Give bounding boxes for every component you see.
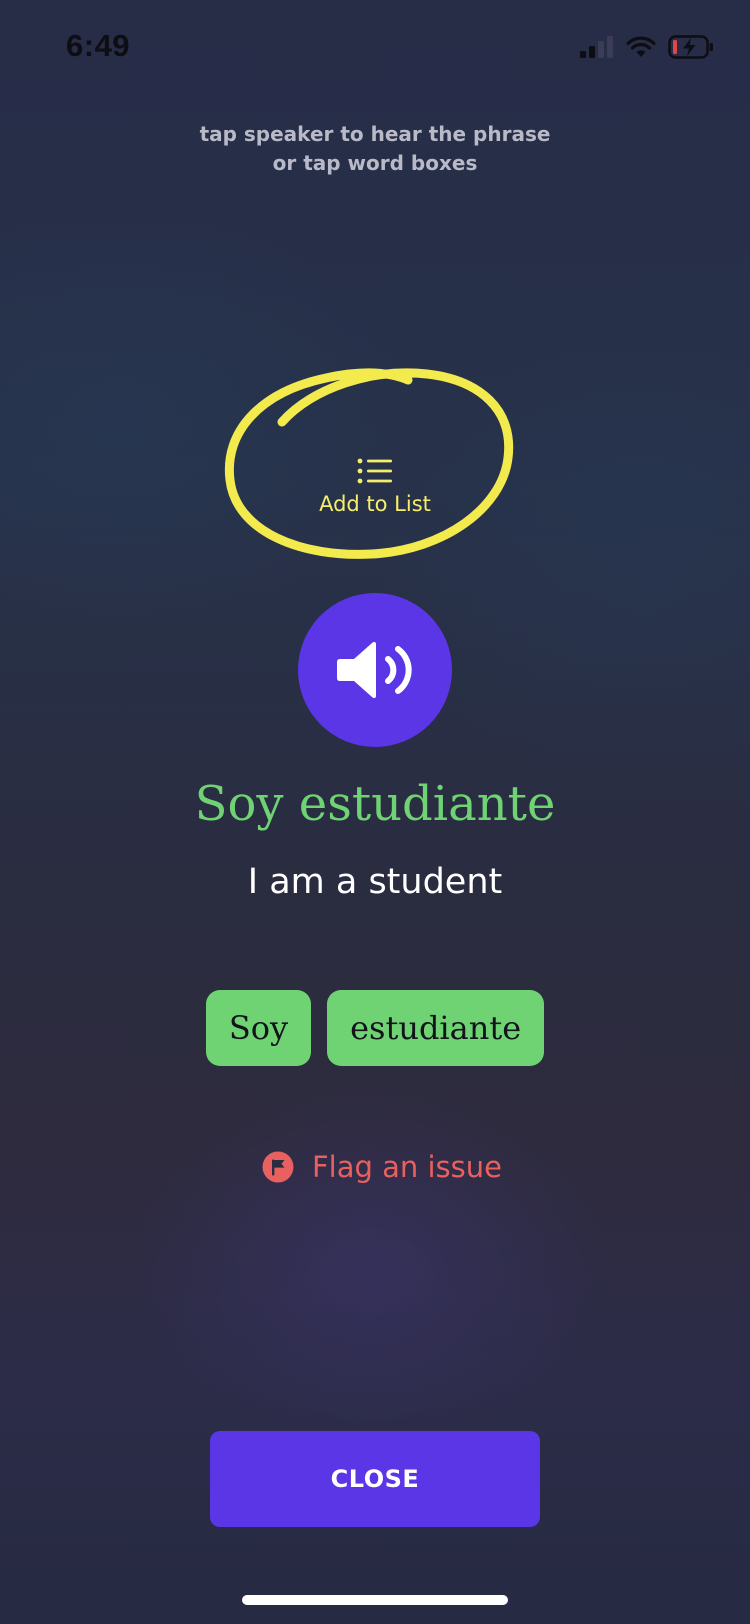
wifi-icon (626, 36, 656, 57)
flag-icon (262, 1151, 294, 1183)
add-to-list-button[interactable]: Add to List (300, 448, 450, 528)
word-box-estudiante[interactable]: estudiante (327, 990, 545, 1066)
close-button[interactable]: CLOSE (210, 1431, 540, 1527)
english-translation: I am a student (247, 862, 503, 902)
status-icons (580, 34, 714, 60)
spanish-phrase: Soy estudiante (194, 776, 556, 832)
word-boxes: Soy estudiante (0, 990, 750, 1066)
speaker-icon (337, 641, 412, 699)
status-time: 6:49 (66, 28, 131, 63)
cellular-signal-icon (580, 36, 613, 58)
home-indicator[interactable] (242, 1595, 508, 1605)
hint-line-2: or tap word boxes (272, 151, 478, 175)
word-box-soy[interactable]: Soy (205, 990, 312, 1066)
flag-issue-button[interactable]: Flag an issue (262, 1145, 502, 1189)
play-audio-button[interactable] (298, 593, 452, 747)
flag-issue-label: Flag an issue (312, 1150, 503, 1184)
status-bar: 6:49 (0, 0, 750, 96)
instruction-hint: tap speaker to hear the phrase or tap wo… (0, 120, 750, 178)
add-to-list-label: Add to List (319, 492, 431, 516)
battery-charging-icon (668, 35, 713, 59)
list-icon (357, 458, 392, 484)
hint-line-1: tap speaker to hear the phrase (199, 122, 551, 146)
